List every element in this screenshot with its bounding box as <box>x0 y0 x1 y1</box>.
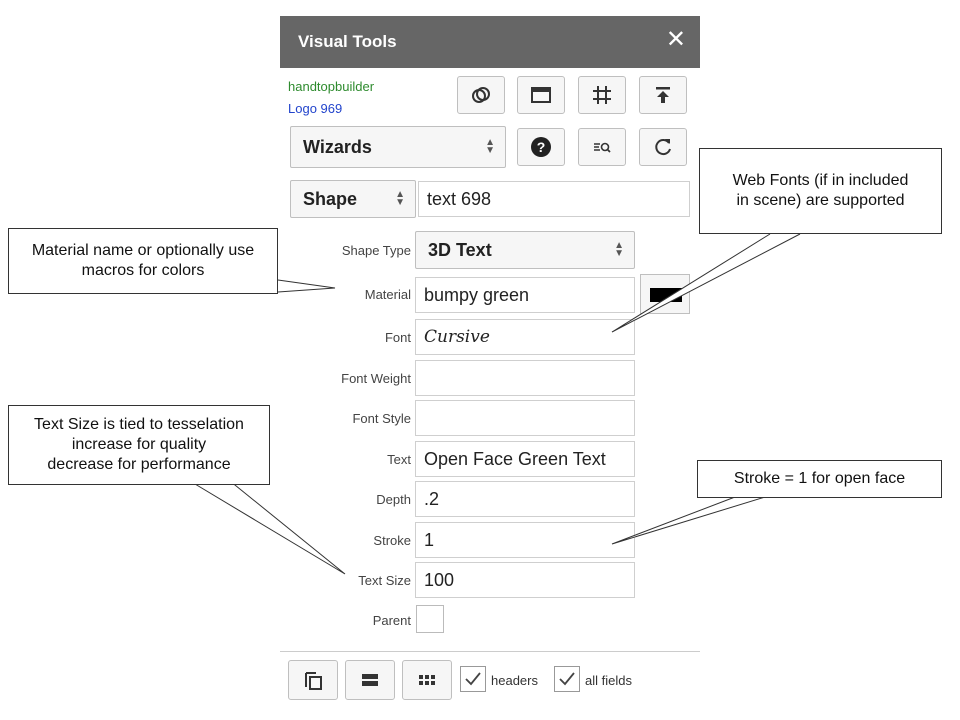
callout-lines <box>189 233 801 575</box>
textsize-callout-line1: Text Size is tied to tesselation <box>34 416 244 433</box>
textsize-callout: Text Size is tied to tesselation increas… <box>8 405 270 485</box>
material-callout-text: Material name or optionally use macros f… <box>31 242 255 279</box>
stroke-callout-line <box>611 496 766 545</box>
textsize-callout-line2: increase for quality <box>71 436 207 453</box>
material-callout-line <box>277 279 336 293</box>
fonts-callout-line1: Web Fonts (if in included <box>732 172 909 189</box>
stroke-callout-text: Stroke = 1 for open face <box>733 470 906 487</box>
stroke-callout: Stroke = 1 for open face <box>697 460 942 498</box>
fonts-callout: Web Fonts (if in included in scene) are … <box>699 148 942 234</box>
fonts-callout-line <box>611 233 801 333</box>
material-callout: Material name or optionally use macros f… <box>8 228 278 294</box>
textsize-callout-line <box>189 480 346 575</box>
textsize-callout-line3: decrease for performance <box>47 456 231 473</box>
fonts-callout-line2: in scene) are supported <box>736 192 905 209</box>
